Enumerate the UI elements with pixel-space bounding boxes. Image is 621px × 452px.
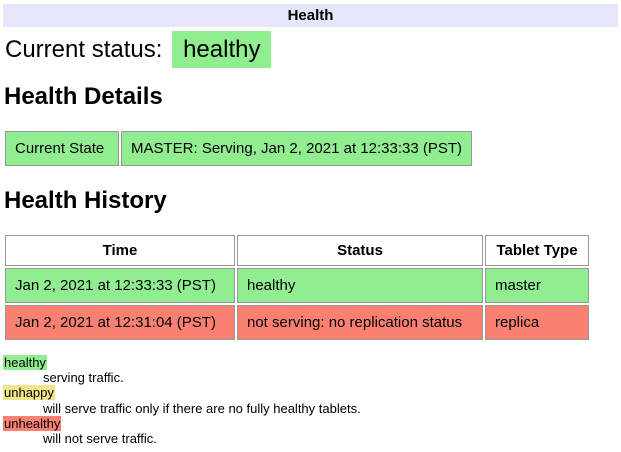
legend-description: will serve traffic only if there are no … [43, 401, 618, 416]
status-cell: not serving: no replication status [237, 305, 483, 340]
current-state-label-cell: Current State [5, 131, 119, 166]
time-cell: Jan 2, 2021 at 12:31:04 (PST) [5, 305, 235, 340]
legend-description: serving traffic. [43, 370, 618, 385]
column-header-status: Status [237, 235, 483, 266]
legend: healthy serving traffic. unhappy will se… [3, 355, 618, 446]
health-history-table: Time Status Tablet Type Jan 2, 2021 at 1… [3, 233, 591, 342]
history-row: Jan 2, 2021 at 12:31:04 (PST) not servin… [5, 305, 589, 340]
page-header: Health [3, 4, 618, 27]
tablet-type-cell: replica [485, 305, 589, 340]
legend-term-healthy: healthy [3, 355, 618, 370]
health-details-heading: Health Details [4, 83, 618, 111]
history-row: Jan 2, 2021 at 12:33:33 (PST) healthy ma… [5, 268, 589, 303]
current-status-label: Current status: [5, 36, 162, 63]
current-state-row: Current State MASTER: Serving, Jan 2, 20… [5, 131, 472, 166]
health-history-heading: Health History [4, 187, 618, 215]
history-header-row: Time Status Tablet Type [5, 235, 589, 266]
column-header-time: Time [5, 235, 235, 266]
current-state-value-cell: MASTER: Serving, Jan 2, 2021 at 12:33:33… [121, 131, 472, 166]
legend-term-unhealthy: unhealthy [3, 416, 618, 431]
health-details-table: Current State MASTER: Serving, Jan 2, 20… [3, 129, 474, 168]
current-status-line: Current status: healthy [5, 36, 618, 64]
tablet-type-cell: master [485, 268, 589, 303]
legend-description: will not serve traffic. [43, 431, 618, 446]
legend-term-chip: unhappy [3, 385, 55, 400]
column-header-tablet-type: Tablet Type [485, 235, 589, 266]
time-cell: Jan 2, 2021 at 12:33:33 (PST) [5, 268, 235, 303]
status-cell: healthy [237, 268, 483, 303]
legend-term-unhappy: unhappy [3, 385, 618, 400]
current-status-value: healthy [172, 31, 271, 68]
page-title: Health [288, 7, 334, 24]
legend-term-chip: healthy [3, 355, 47, 370]
legend-term-chip: unhealthy [3, 416, 61, 431]
